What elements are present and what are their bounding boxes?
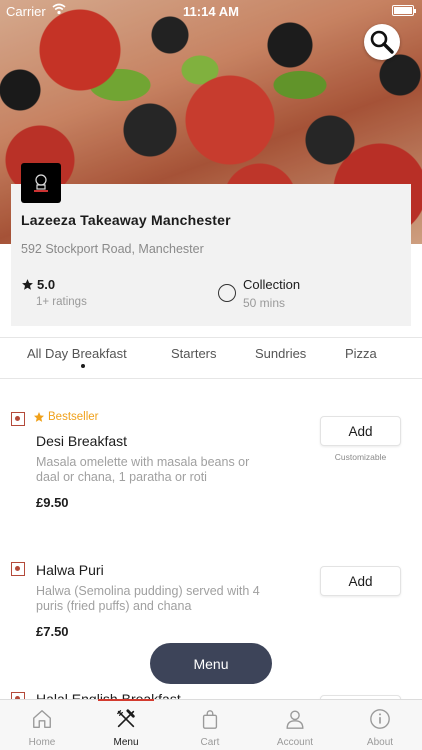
item-description-line: Halwa (Semolina pudding) served with 4 <box>36 584 260 598</box>
collection-label[interactable]: Collection <box>243 277 300 292</box>
shopping-bag-icon <box>202 710 218 729</box>
item-description-line: puris (fried puffs) and chana <box>36 599 192 613</box>
customizable-note: Customizable <box>334 452 387 462</box>
tab-sundries[interactable]: Sundries <box>255 346 306 361</box>
item-description-line: daal or chana, 1 paratha or roti <box>36 470 207 484</box>
nav-label: Cart <box>200 737 220 748</box>
nav-about[interactable]: About <box>338 700 422 750</box>
nav-cart[interactable]: Cart <box>168 700 252 750</box>
nav-label: About <box>366 737 394 748</box>
tab-all-day-breakfast[interactable]: All Day Breakfast <box>27 346 127 361</box>
bestseller-badge: Bestseller <box>33 411 99 423</box>
item-price: £7.50 <box>36 624 69 639</box>
item-description: Halwa (Semolina pudding) served with 4 p… <box>36 584 291 614</box>
battery-icon <box>392 5 416 16</box>
rating-number: 5.0 <box>37 277 56 292</box>
item-price: £9.50 <box>36 495 69 510</box>
food-type-icon <box>11 412 25 426</box>
food-type-icon <box>11 562 25 576</box>
home-icon <box>33 710 51 728</box>
item-name[interactable]: Halwa Puri <box>36 562 104 578</box>
person-icon <box>286 710 304 729</box>
category-tabs: All Day Breakfast Starters Sundries Pizz… <box>0 337 422 379</box>
active-tab-indicator <box>81 364 85 368</box>
star-icon <box>34 412 44 422</box>
bottom-nav: Home Menu Cart Account About <box>0 699 422 750</box>
restaurant-address: 592 Stockport Road, Manchester <box>21 242 204 256</box>
fork-knife-icon <box>117 709 135 728</box>
search-icon <box>370 30 394 54</box>
nav-account[interactable]: Account <box>253 700 337 750</box>
add-button[interactable]: Add <box>320 416 401 446</box>
add-button[interactable]: Add <box>320 566 401 596</box>
restaurant-logo <box>21 163 61 203</box>
nav-label: Home <box>28 737 56 748</box>
collection-radio-icon[interactable] <box>218 284 236 302</box>
rating-count: 1+ ratings <box>36 296 87 308</box>
item-description-line: Masala omelette with masala beans or <box>36 455 250 469</box>
chef-icon <box>34 174 48 192</box>
restaurant-info-card: Lazeeza Takeaway Manchester 592 Stockpor… <box>11 184 411 326</box>
rating-value: 5.0 <box>21 277 55 292</box>
item-name[interactable]: Desi Breakfast <box>36 433 127 449</box>
info-icon <box>370 709 390 729</box>
restaurant-name: Lazeeza Takeaway Manchester <box>21 212 231 228</box>
item-description: Masala omelette with masala beans or daa… <box>36 455 291 485</box>
nav-menu[interactable]: Menu <box>84 699 168 750</box>
menu-button[interactable]: Menu <box>150 643 272 684</box>
nav-label: Menu <box>113 737 139 748</box>
bestseller-label: Bestseller <box>48 411 99 423</box>
status-time: 11:14 AM <box>183 4 239 19</box>
nav-home[interactable]: Home <box>0 700 84 750</box>
tab-starters[interactable]: Starters <box>171 346 217 361</box>
star-icon <box>22 279 33 290</box>
nav-label: Account <box>276 737 314 748</box>
search-button[interactable] <box>364 24 400 60</box>
collection-time: 50 mins <box>243 296 286 310</box>
status-bar: Carrier 11:14 AM <box>0 0 422 22</box>
tab-pizza[interactable]: Pizza <box>345 346 377 361</box>
